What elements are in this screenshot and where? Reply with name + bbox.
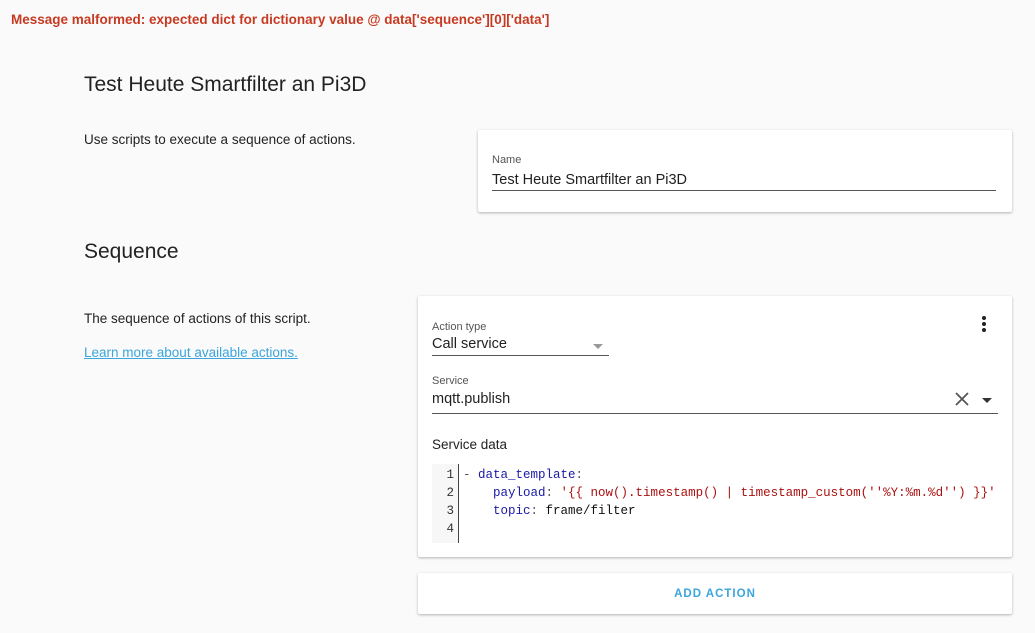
code-token: payload [493, 486, 546, 500]
script-editor-page: Message malformed: expected dict for dic… [0, 0, 1035, 633]
name-input[interactable] [492, 169, 996, 191]
clear-icon[interactable] [954, 391, 970, 407]
learn-more-link[interactable]: Learn more about available actions. [84, 345, 298, 360]
name-field-label: Name [492, 154, 522, 166]
code-line: - data_template: [463, 468, 583, 482]
chevron-down-icon [593, 344, 603, 349]
action-type-value: Call service [432, 336, 507, 352]
line-number-gutter: 1 2 3 4 [432, 464, 459, 543]
service-value: mqtt.publish [432, 391, 511, 407]
line-number: 4 [446, 522, 454, 536]
service-label: Service [432, 375, 469, 387]
service-data-label: Service data [432, 437, 508, 452]
code-token: topic [493, 504, 531, 518]
line-number: 2 [446, 486, 454, 500]
service-combobox[interactable]: mqtt.publish [432, 391, 998, 414]
chevron-down-icon[interactable] [982, 398, 992, 403]
yaml-code-editor[interactable]: 1 2 3 4 - data_template: payload: '{{ now()… [432, 464, 998, 543]
code-token: : [575, 468, 584, 482]
sequence-description: The sequence of actions of this script. [84, 311, 311, 326]
code-token: : [545, 486, 561, 500]
code-token: frame/filter [545, 504, 636, 518]
add-action-card: ADD ACTION [418, 573, 1012, 614]
code-token: '{{ now().timestamp() | timestamp_custom… [560, 486, 996, 500]
code-token: - [463, 468, 479, 482]
code-line: topic: frame/filter [463, 504, 636, 518]
action-type-dropdown[interactable]: Call service [432, 336, 609, 356]
action-type-label: Action type [432, 321, 487, 333]
add-action-button[interactable]: ADD ACTION [418, 573, 1012, 614]
script-title: Test Heute Smartfilter an Pi3D [84, 73, 367, 96]
error-message: Message malformed: expected dict for dic… [11, 12, 550, 27]
name-card: Name [478, 130, 1012, 212]
code-token: : [530, 504, 546, 518]
line-number: 1 [446, 468, 454, 482]
action-card: Action type Call service Service mqtt.pu… [418, 296, 1012, 557]
code-line: payload: '{{ now().timestamp() | timesta… [463, 486, 996, 500]
line-number: 3 [446, 504, 454, 518]
script-description: Use scripts to execute a sequence of act… [84, 132, 356, 147]
code-token: data_template [478, 468, 576, 482]
more-vertical-icon[interactable] [976, 316, 992, 332]
sequence-heading: Sequence [84, 240, 179, 263]
